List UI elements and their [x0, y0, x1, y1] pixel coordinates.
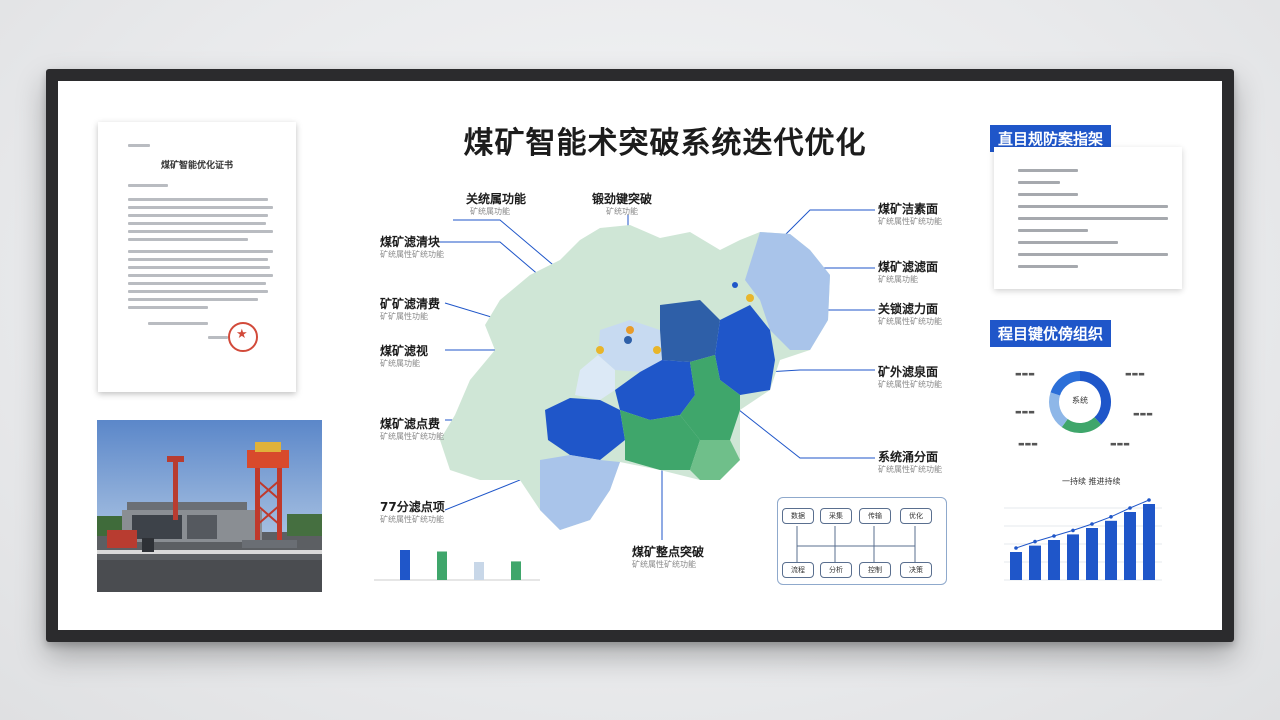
right-bar [1010, 552, 1022, 580]
map-label-3: 煤矿滤清块 [380, 235, 441, 249]
donut-header: 程目键优傍组织 [990, 320, 1112, 347]
flow-node: 流程 [782, 562, 814, 578]
small-bar [474, 562, 484, 580]
flow-node: 决策 [900, 562, 932, 578]
map-sublabel-7: 矿统属功能 [380, 359, 420, 368]
map-label-11: 77分滤点项 [380, 500, 445, 514]
map-sublabel-13: 矿统属性矿统功能 [632, 560, 696, 569]
certificate-document: 煤矿智能优化证书 [98, 122, 296, 392]
map-sublabel-12: 矿统属性矿统功能 [878, 465, 942, 474]
donut-chart: 系统 [1045, 367, 1115, 437]
map-sublabel-11: 矿统属性矿统功能 [380, 515, 444, 524]
map-label-12: 系统涌分面 [878, 450, 939, 464]
map-label-7: 煤矿滤视 [380, 344, 429, 358]
donut-center-label: 系统 [1072, 396, 1088, 405]
right-bar-chart [992, 490, 1164, 590]
flow-node: 传输 [859, 508, 891, 524]
flow-diagram: 数据 采集 传输 优化 流程 分析 控制 决策 [777, 497, 947, 585]
map-sublabel-3: 矿统属性矿统功能 [380, 250, 444, 259]
trend-point [1033, 539, 1037, 544]
page-title: 煤矿智能术突破系统迭代优化 [463, 126, 867, 161]
flow-node: 采集 [820, 508, 852, 524]
right-bar [1029, 545, 1041, 580]
donut-segment [1050, 371, 1081, 396]
map-sublabel-4: 矿统属性矿统功能 [878, 217, 942, 226]
map-label-10: 矿外滤泉面 [878, 365, 939, 379]
right-bar [1086, 528, 1098, 580]
right-bar [1143, 504, 1155, 580]
flow-node: 控制 [859, 562, 891, 578]
map-label-8: 关锁滤力面 [878, 302, 939, 316]
trend-point [1109, 515, 1113, 519]
map-label-9: 煤矿滤点费 [380, 417, 441, 431]
donut-segment [1061, 417, 1102, 433]
notes-box [994, 147, 1182, 289]
map-label-1: 关统属功能 [466, 192, 527, 206]
bar-legend: 一持续 推进持续 [1062, 477, 1121, 486]
map-label-5: 矿矿滤清费 [380, 297, 441, 311]
trend-point [1090, 522, 1094, 526]
small-bar [437, 551, 447, 580]
map-label-6: 煤矿滤滤面 [878, 260, 939, 274]
map-sublabel-5: 矿矿属性功能 [380, 312, 428, 321]
trend-point [1147, 498, 1151, 502]
map-sublabel-2: 矿统功能 [606, 207, 638, 216]
map-sublabel-6: 矿统属功能 [878, 275, 918, 284]
drilling-rig-photo [97, 420, 322, 592]
flow-node: 分析 [820, 562, 852, 578]
map-label-2: 锻劲键突破 [592, 192, 653, 206]
map-sublabel-8: 矿统属性矿统功能 [878, 317, 942, 326]
small-bar-chart [372, 538, 542, 594]
map-label-4: 煤矿洁素面 [878, 202, 939, 216]
red-seal-stamp [228, 322, 258, 352]
right-bar [1105, 520, 1117, 580]
flow-node: 优化 [900, 508, 932, 524]
right-bar [1067, 534, 1079, 580]
small-bar [511, 561, 521, 580]
flow-node: 数据 [782, 508, 814, 524]
right-bar [1048, 540, 1060, 580]
map-label-13: 煤矿整点突破 [632, 545, 705, 559]
right-bar [1124, 512, 1136, 580]
small-bar [400, 550, 410, 580]
trend-point [1128, 506, 1132, 510]
trend-point [1052, 534, 1056, 538]
trend-point [1014, 546, 1018, 550]
map-sublabel-10: 矿统属性矿统功能 [878, 380, 942, 389]
map-sublabel-9: 矿统属性矿统功能 [380, 432, 444, 441]
certificate-title: 煤矿智能优化证书 [160, 161, 233, 171]
trend-point [1071, 528, 1075, 533]
map-sublabel-1: 矿统属功能 [470, 207, 510, 216]
